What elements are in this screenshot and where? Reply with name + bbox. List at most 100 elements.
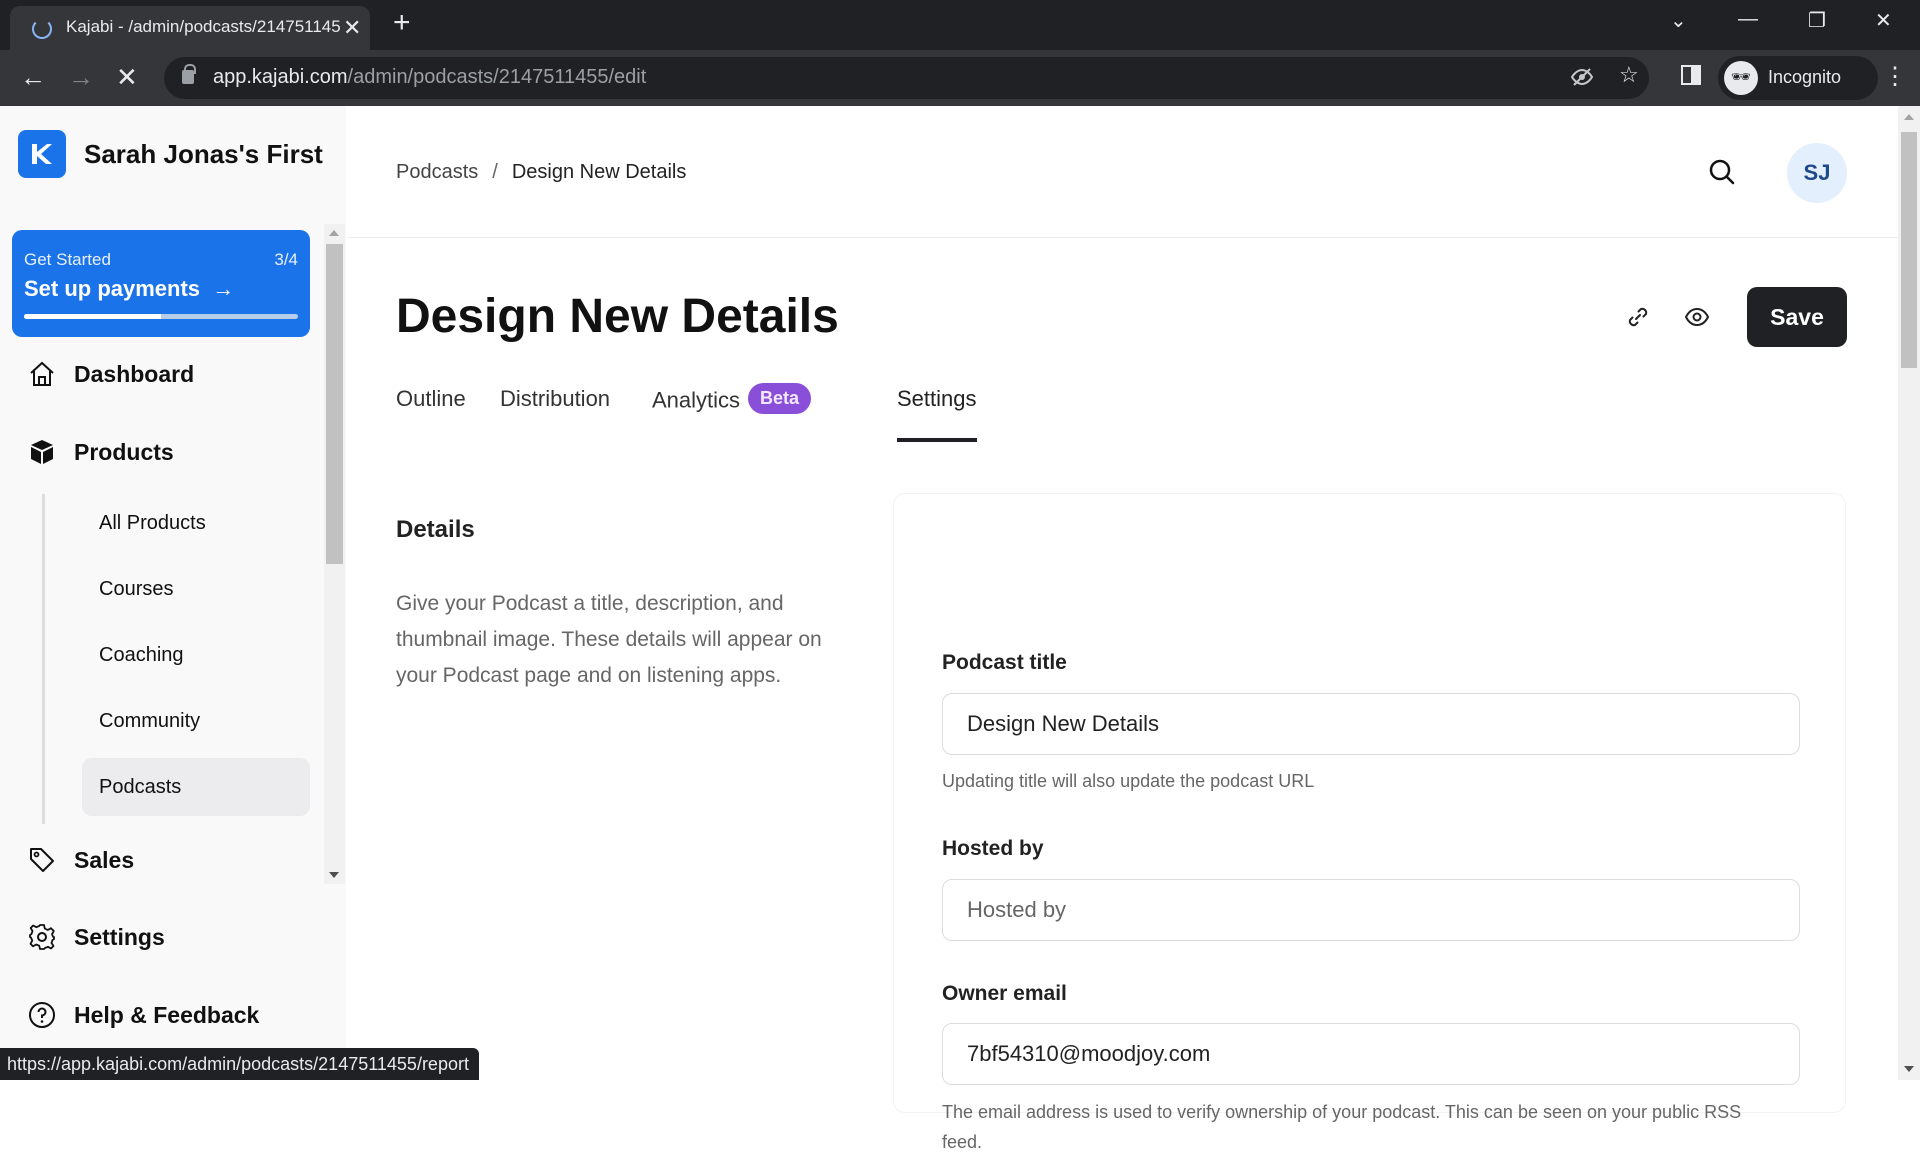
hosted-by-input[interactable] — [942, 879, 1800, 941]
close-tab-icon[interactable]: ✕ — [343, 15, 361, 41]
breadcrumb: Podcasts / Design New Details — [396, 161, 686, 184]
address-bar[interactable]: app.kajabi.com/admin/podcasts/2147511455… — [164, 57, 1649, 99]
get-started-label: Get Started — [24, 250, 111, 269]
owner-email-input[interactable] — [942, 1023, 1800, 1085]
save-button[interactable]: Save — [1747, 287, 1847, 347]
breadcrumb-current: Design New Details — [511, 161, 687, 183]
new-tab-button[interactable]: + — [393, 6, 411, 40]
copy-link-button[interactable] — [1625, 304, 1651, 335]
sidebar-item-label: Settings — [74, 923, 165, 950]
preview-button[interactable] — [1684, 304, 1710, 335]
browser-menu-icon[interactable]: ⋮ — [1883, 62, 1907, 91]
sidebar: Sarah Jonas's First Get Started 3/4 Set … — [0, 106, 346, 1080]
url-path: /admin/podcasts/2147511455/edit — [347, 66, 647, 88]
incognito-icon: 🕶 — [1724, 61, 1758, 95]
owner-email-label: Owner email — [942, 982, 1067, 1005]
beta-badge: Beta — [748, 383, 812, 414]
tab-title: Kajabi - /admin/podcasts/2147511455/edit — [66, 17, 341, 36]
tab-outline[interactable]: Outline — [396, 386, 466, 442]
sidebar-scrollbar-thumb[interactable] — [326, 244, 343, 564]
tab-settings[interactable]: Settings — [897, 386, 977, 442]
close-window-button[interactable]: ✕ — [1875, 8, 1892, 33]
header-divider — [348, 237, 1898, 238]
restore-button[interactable]: ❐ — [1808, 8, 1826, 33]
gear-icon — [29, 924, 55, 950]
main-content: Podcasts / Design New Details SJ Design Ne… — [348, 106, 1898, 1152]
kajabi-app: Sarah Jonas's First Get Started 3/4 Set … — [0, 106, 1920, 1152]
sidebar-item-sales[interactable]: Sales — [28, 840, 134, 880]
help-circle-icon — [29, 1002, 55, 1028]
side-panel-icon[interactable] — [1680, 64, 1702, 92]
get-started-action-label: Set up payments — [24, 276, 201, 301]
lock-icon — [182, 64, 196, 84]
page-title: Design New Details — [396, 290, 839, 343]
sidebar-subitem-all-products[interactable]: All Products — [82, 494, 310, 552]
podcast-title-label: Podcast title — [942, 651, 1067, 674]
breadcrumb-podcasts-link[interactable]: Podcasts — [396, 161, 478, 183]
scroll-down-arrow-icon[interactable] — [1904, 1066, 1914, 1072]
sidebar-subitem-courses[interactable]: Courses — [82, 560, 310, 618]
tab-distribution[interactable]: Distribution — [500, 386, 610, 442]
details-description: Give your Podcast a title, description, … — [396, 592, 822, 687]
kajabi-k-icon — [32, 144, 52, 164]
tag-icon — [30, 848, 54, 872]
search-icon — [1709, 159, 1735, 185]
get-started-progress-bar — [24, 314, 298, 319]
hosted-by-label: Hosted by — [942, 837, 1044, 860]
profile-label: Incognito — [1768, 67, 1842, 87]
tab-analytics-label: Analytics — [652, 387, 741, 413]
tab-analytics[interactable]: Analytics Beta — [652, 383, 812, 442]
browser-tab-bar: Kajabi - /admin/podcasts/2147511455/edit… — [0, 0, 1920, 50]
user-avatar[interactable]: SJ — [1787, 143, 1847, 203]
sidebar-item-label: Help & Feedback — [74, 1001, 260, 1028]
home-icon — [30, 361, 54, 386]
url-text[interactable]: app.kajabi.com/admin/podcasts/2147511455… — [213, 66, 646, 89]
get-started-progress-fill — [24, 314, 161, 319]
sidebar-item-settings[interactable]: Settings — [28, 917, 165, 957]
search-button[interactable] — [1708, 158, 1736, 191]
podcast-title-input[interactable] — [942, 693, 1800, 755]
tab-search-chevron-icon[interactable]: ⌄ — [1670, 8, 1687, 33]
sidebar-item-label: Dashboard — [74, 360, 195, 387]
sidebar-subitem-coaching[interactable]: Coaching — [82, 626, 310, 684]
stop-loading-button[interactable]: ✕ — [116, 62, 138, 93]
site-name[interactable]: Sarah Jonas's First — [84, 139, 323, 170]
scroll-up-arrow-icon[interactable] — [329, 230, 339, 236]
tracking-protection-eye-off-icon[interactable] — [1570, 65, 1594, 95]
sidebar-item-help[interactable]: Help & Feedback — [28, 995, 259, 1035]
sidebar-item-label: Sales — [74, 846, 135, 873]
sidebar-subitem-podcasts[interactable]: Podcasts — [82, 758, 310, 816]
minimize-button[interactable]: — — [1738, 8, 1758, 31]
page-scrollbar[interactable] — [1898, 106, 1920, 1080]
scroll-up-arrow-icon[interactable] — [1904, 114, 1914, 120]
podcast-title-help: Updating title will also update the podc… — [942, 771, 1315, 791]
back-button[interactable]: ← — [20, 62, 46, 93]
arrow-right-icon: → — [206, 276, 235, 301]
link-hover-status-bar: https://app.kajabi.com/admin/podcasts/21… — [0, 1048, 479, 1080]
sidebar-item-dashboard[interactable]: Dashboard — [28, 354, 194, 394]
incognito-profile-button[interactable]: 🕶 Incognito — [1718, 56, 1878, 100]
details-form-card: Podcast title Updating title will also u… — [893, 493, 1846, 1152]
get-started-card[interactable]: Get Started 3/4 Set up payments → — [12, 230, 310, 337]
details-heading: Details — [396, 516, 475, 543]
browser-tab[interactable]: Kajabi - /admin/podcasts/2147511455/edit… — [10, 6, 370, 50]
sidebar-item-products[interactable]: Products — [28, 432, 174, 472]
get-started-count: 3/4 — [274, 250, 298, 269]
eye-icon — [1684, 307, 1710, 327]
page-scrollbar-thumb[interactable] — [1901, 132, 1917, 368]
url-host: app.kajabi.com — [213, 66, 348, 88]
sidebar-item-label: Products — [74, 438, 174, 465]
sidebar-subitem-community[interactable]: Community — [82, 692, 310, 750]
box-icon — [31, 440, 53, 464]
sidebar-scrollbar[interactable] — [324, 224, 345, 884]
kajabi-logo[interactable] — [18, 130, 66, 178]
browser-toolbar: ← → ✕ app.kajabi.com/admin/podcasts/2147… — [0, 50, 1920, 106]
bookmark-star-icon[interactable]: ☆ — [1619, 62, 1639, 88]
get-started-action: Set up payments → — [24, 276, 234, 302]
submenu-guide-line — [42, 494, 45, 824]
loading-spinner-icon — [32, 19, 52, 39]
scroll-down-arrow-icon[interactable] — [329, 872, 339, 878]
breadcrumb-separator: / — [492, 161, 498, 183]
forward-button[interactable]: → — [68, 62, 94, 93]
link-icon — [1628, 307, 1648, 327]
